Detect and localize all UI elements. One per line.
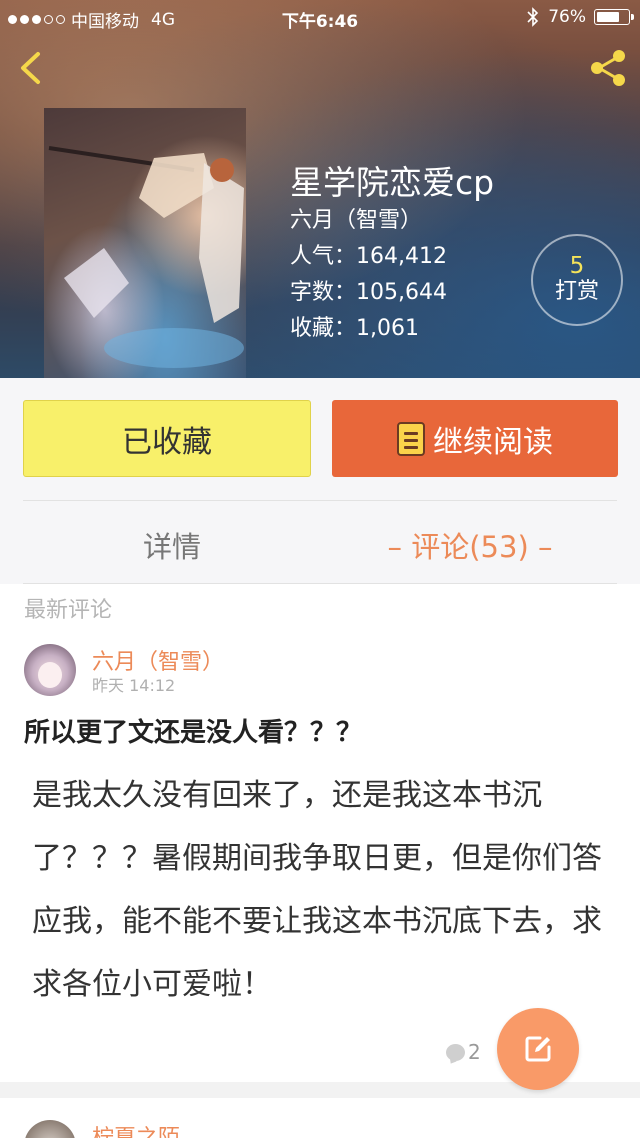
favorited-button[interactable]: 已收藏 bbox=[23, 400, 311, 477]
tip-button[interactable]: 5 打赏 bbox=[531, 234, 623, 326]
status-right: 76% bbox=[526, 7, 634, 27]
reply-count[interactable]: 2 bbox=[446, 1040, 481, 1064]
avatar-face bbox=[38, 662, 62, 688]
tip-count: 5 bbox=[569, 253, 585, 280]
latest-comments-label: 最新评论 bbox=[24, 598, 113, 623]
favorites-stat: 收藏：1,061 bbox=[290, 316, 419, 341]
reply-count-value: 2 bbox=[468, 1040, 481, 1064]
battery-icon bbox=[594, 9, 634, 25]
comment-title[interactable]: 所以更了文还是没人看？？？ bbox=[24, 712, 362, 749]
book-title: 星学院恋爱cp bbox=[290, 163, 495, 202]
tab-details[interactable]: 详情 bbox=[0, 524, 344, 566]
book-icon bbox=[397, 421, 425, 456]
avatar[interactable] bbox=[24, 1120, 76, 1138]
status-bar: 中国移动 4G 下午6:46 76% bbox=[0, 0, 640, 34]
action-area: 已收藏 继续阅读 详情 – 评论(53) – bbox=[0, 378, 640, 584]
comment-time: 昨天 14:12 bbox=[92, 676, 176, 695]
cover-illustration bbox=[48, 146, 244, 368]
divider bbox=[23, 500, 617, 501]
edit-icon bbox=[525, 1036, 551, 1062]
book-cover-image[interactable] bbox=[44, 108, 246, 378]
book-author[interactable]: 六月（智雪） bbox=[290, 202, 422, 234]
word-count-stat: 字数：105,644 bbox=[290, 280, 447, 305]
comment-author[interactable]: 柠夏之陌 bbox=[92, 1120, 180, 1138]
battery-fill bbox=[597, 12, 620, 22]
popularity-stat: 人气：164,412 bbox=[290, 244, 447, 269]
comment-bubble-icon bbox=[446, 1043, 465, 1061]
continue-reading-label: 继续阅读 bbox=[433, 424, 553, 460]
continue-reading-button[interactable]: 继续阅读 bbox=[332, 400, 618, 477]
favorited-label: 已收藏 bbox=[122, 424, 212, 460]
tip-label: 打赏 bbox=[554, 279, 599, 305]
tab-comments[interactable]: – 评论(53) – bbox=[360, 524, 580, 566]
share-icon bbox=[591, 50, 625, 86]
chevron-left-icon bbox=[21, 52, 40, 84]
book-header: 中国移动 4G 下午6:46 76% 星学院恋爱cp 六月（智雪） 人气：164… bbox=[0, 0, 640, 378]
avatar[interactable] bbox=[24, 644, 76, 696]
back-button[interactable] bbox=[14, 48, 50, 88]
battery-percent: 76% bbox=[548, 7, 586, 27]
write-comment-button[interactable] bbox=[497, 1008, 579, 1090]
bluetooth-icon bbox=[527, 7, 539, 27]
share-button[interactable] bbox=[586, 46, 630, 90]
comment-body[interactable]: 是我太久没有回来了，还是我这本书沉了？？？暑假期间我争取日更，但是你们答应我，能… bbox=[32, 764, 602, 1016]
